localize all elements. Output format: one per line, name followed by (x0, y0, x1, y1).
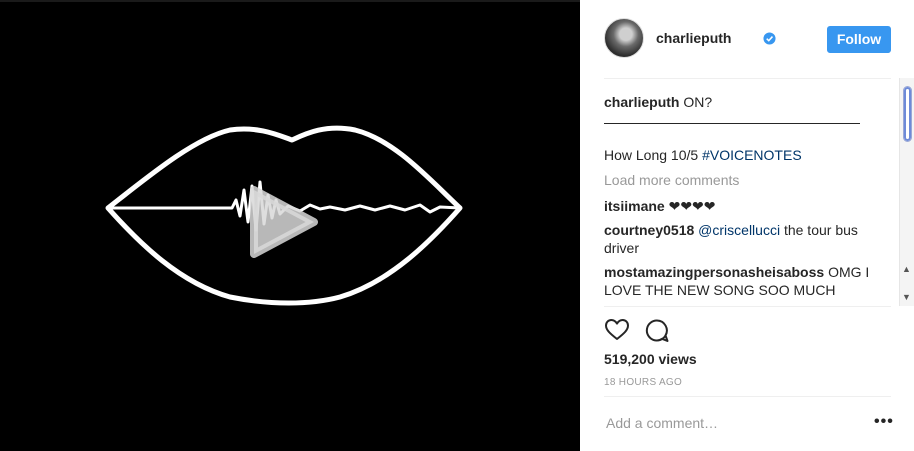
comments-list: charlieputh ON? How Long 10/5 #VOICENOTE… (604, 79, 894, 305)
comment-item: mostamazingpersonasheisaboss OMG I LOVE … (604, 263, 874, 299)
caption-username[interactable]: charlieputh (604, 94, 679, 110)
comment-mention-link[interactable]: @criscellucci (698, 222, 780, 238)
heart-icon[interactable] (604, 318, 630, 342)
comment-item: itsiimane ❤❤❤❤ (604, 197, 874, 215)
comment-icon[interactable] (644, 318, 670, 344)
play-icon[interactable] (250, 186, 318, 258)
caption-line2-text: How Long 10/5 (604, 147, 703, 163)
post-header: charlieputh Follow (604, 18, 892, 60)
load-more-comments[interactable]: Load more comments (604, 171, 874, 189)
caption-line2: How Long 10/5 #VOICENOTES (604, 146, 874, 164)
video-player[interactable] (0, 0, 580, 451)
caption-rule (604, 123, 860, 124)
comments-scrollbar[interactable]: ▲ ▼ (899, 78, 914, 306)
follow-button[interactable]: Follow (827, 26, 891, 53)
lips-artwork (105, 125, 463, 306)
post-timestamp[interactable]: 18 HOURS AGO (604, 377, 682, 388)
view-count: 519,200 views (604, 351, 697, 367)
verified-badge-icon (763, 32, 776, 45)
comment-username[interactable]: mostamazingpersonasheisaboss (604, 264, 824, 280)
more-options-icon[interactable]: ••• (874, 413, 894, 431)
hashtag-link[interactable]: #VOICENOTES (702, 147, 802, 163)
scrollbar-thumb[interactable] (903, 86, 912, 142)
footer-divider (604, 396, 891, 397)
comments-divider (604, 306, 891, 307)
avatar[interactable] (604, 18, 644, 58)
scroll-up-arrow-icon[interactable]: ▲ (902, 264, 911, 274)
comment-username[interactable]: courtney0518 (604, 222, 694, 238)
username-link[interactable]: charlieputh (656, 30, 731, 46)
comment-username[interactable]: itsiimane (604, 198, 665, 214)
caption-text: ON? (679, 94, 713, 110)
add-comment-input[interactable]: Add a comment… (606, 415, 718, 431)
comment-text: ❤❤❤❤ (664, 198, 716, 214)
caption: charlieputh ON? (604, 93, 874, 111)
comment-item: courtney0518 @criscellucci the tour bus … (604, 221, 874, 257)
scroll-down-arrow-icon[interactable]: ▼ (902, 292, 911, 302)
